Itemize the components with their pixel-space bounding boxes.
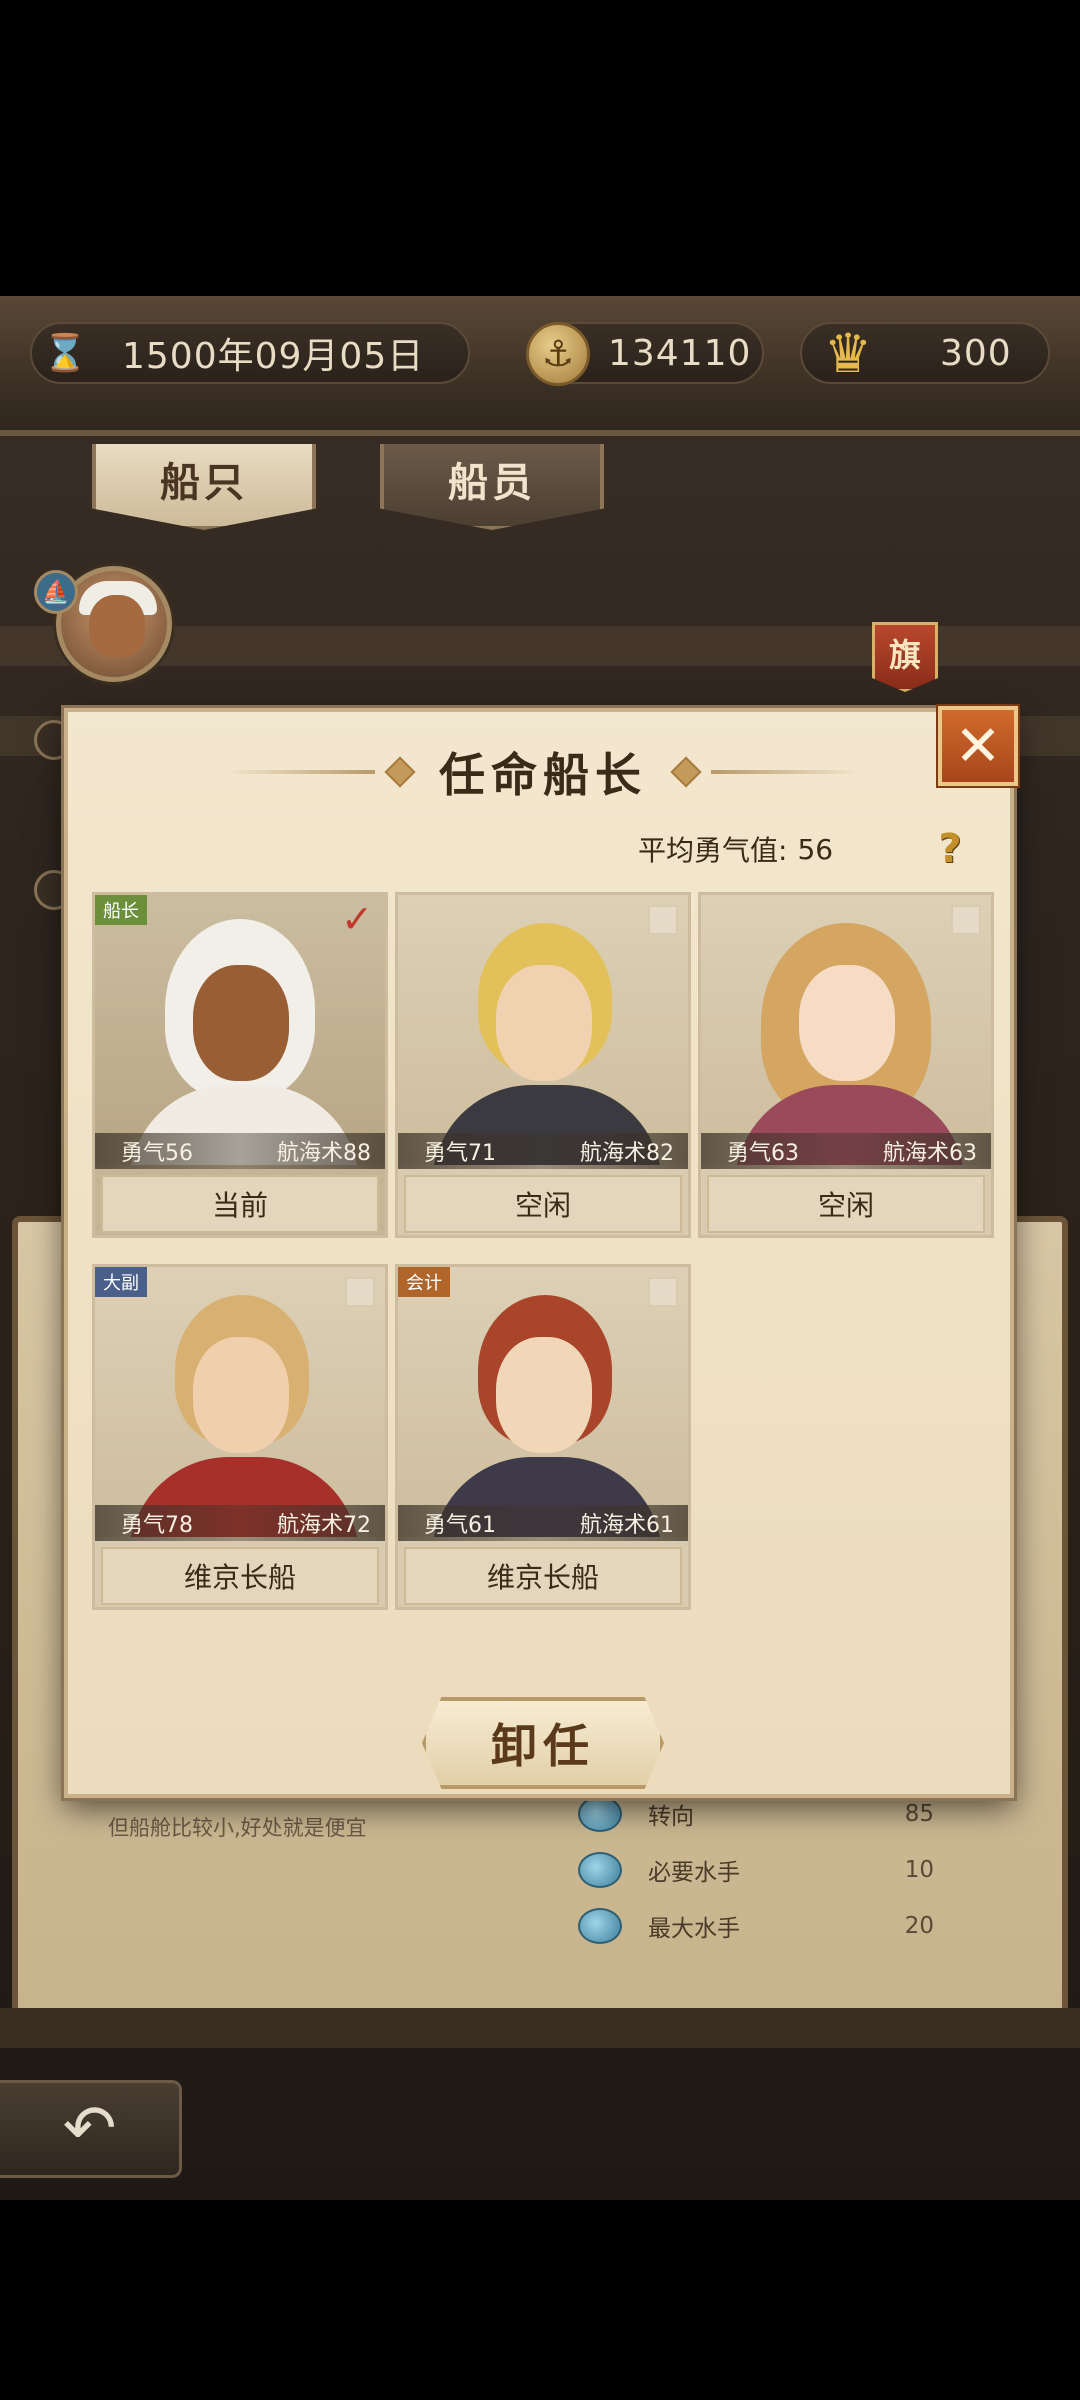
tab-crew[interactable]: 船员 bbox=[380, 444, 604, 530]
gold-display[interactable]: ⚓ 134110 bbox=[526, 322, 764, 386]
close-button[interactable]: ✕ bbox=[938, 706, 1018, 786]
navigation-stat: 航海术61 bbox=[580, 1513, 674, 1538]
date-text: 1500年09月05日 bbox=[122, 336, 425, 377]
courage-stat: 勇气61 bbox=[424, 1513, 496, 1538]
crew-portrait bbox=[398, 895, 688, 1165]
stat-row-turning: 转向 85 bbox=[578, 1792, 958, 1836]
top-resource-bar: ⌛ 1500年09月05日 ⚓ 134110 ♛ 300 bbox=[0, 296, 1080, 436]
dismiss-button[interactable]: 卸任 bbox=[422, 1697, 664, 1789]
crew-portrait bbox=[701, 895, 991, 1165]
tab-ships[interactable]: 船只 bbox=[92, 444, 316, 530]
crew-stats: 勇气56 航海术88 bbox=[95, 1133, 385, 1169]
diamond-ornament-icon bbox=[384, 756, 416, 788]
crew-status: 空闲 bbox=[707, 1175, 985, 1233]
courage-stat: 勇气71 bbox=[424, 1141, 496, 1166]
checkmark-icon: ✓ bbox=[341, 897, 373, 941]
crown-amount: 300 bbox=[940, 332, 1012, 374]
courage-stat: 勇气78 bbox=[121, 1513, 193, 1538]
stat-row-max-sailors: 最大水手 20 bbox=[578, 1904, 958, 1948]
dialog-header: 任命船长 bbox=[68, 732, 1018, 812]
crew-stats: 勇气61 航海术61 bbox=[398, 1505, 688, 1541]
stat-value: 85 bbox=[904, 1801, 934, 1827]
back-button[interactable]: ↶ bbox=[0, 2080, 182, 2178]
ship-icon: ⛵ bbox=[34, 570, 78, 614]
game-screen: ⌛ 1500年09月05日 ⚓ 134110 ♛ 300 船只 船员 ⛵ 旗 北… bbox=[0, 296, 1080, 2200]
crown-display[interactable]: ♛ 300 bbox=[800, 322, 1050, 385]
crew-portrait bbox=[398, 1267, 688, 1537]
average-courage-value: 56 bbox=[797, 832, 834, 866]
flag-button[interactable]: 旗 bbox=[872, 622, 938, 692]
average-courage-label: 平均勇气值: bbox=[638, 834, 788, 867]
role-badge: 船长 bbox=[95, 895, 147, 925]
role-badge: 大副 bbox=[95, 1267, 147, 1297]
title-divider bbox=[711, 770, 861, 774]
navigation-bar-area bbox=[0, 2200, 1080, 2400]
crew-stats: 勇气78 航海术72 bbox=[95, 1505, 385, 1541]
crew-stats: 勇气71 航海术82 bbox=[398, 1133, 688, 1169]
title-divider bbox=[225, 770, 375, 774]
crew-stats: 勇气63 航海术63 bbox=[701, 1133, 991, 1169]
crew-card[interactable]: 勇气71 航海术82 空闲 bbox=[395, 892, 691, 1238]
hourglass-icon: ⌛ bbox=[42, 333, 88, 374]
crew-status: 维京长船 bbox=[101, 1547, 379, 1605]
courage-stat: 勇气63 bbox=[727, 1141, 799, 1166]
stat-label: 最大水手 bbox=[648, 1916, 740, 1942]
crew-card[interactable]: 会计 勇气61 航海术61 维京长船 bbox=[395, 1264, 691, 1610]
crew-status: 维京长船 bbox=[404, 1547, 682, 1605]
average-courage: 平均勇气值: 56 bbox=[638, 824, 833, 874]
gold-coin-icon: ⚓ bbox=[526, 322, 590, 386]
crew-card[interactable]: 船长 ✓ 勇气56 航海术88 当前 bbox=[92, 892, 388, 1238]
crew-portrait bbox=[95, 1267, 385, 1537]
navigation-stat: 航海术88 bbox=[277, 1141, 371, 1166]
description-line: 但船舱比较小,好处就是便宜 bbox=[108, 1816, 367, 1840]
crown-icon: ♛ bbox=[823, 321, 873, 385]
select-checkbox[interactable] bbox=[951, 905, 981, 935]
navigation-stat: 航海术82 bbox=[580, 1141, 674, 1166]
back-arrow-icon: ↶ bbox=[62, 2092, 117, 2166]
appoint-captain-dialog: 任命船长 ✕ 平均勇气值: 56 ? 船长 ✓ 勇气56 航海术88 当前 勇气… bbox=[64, 706, 1018, 1798]
select-checkbox[interactable] bbox=[648, 1277, 678, 1307]
stat-label: 必要水手 bbox=[648, 1860, 740, 1886]
sailor-icon bbox=[578, 1852, 622, 1888]
crew-status: 空闲 bbox=[404, 1175, 682, 1233]
stat-row-min-sailors: 必要水手 10 bbox=[578, 1848, 958, 1892]
diamond-ornament-icon bbox=[670, 756, 702, 788]
close-icon: ✕ bbox=[954, 713, 1002, 779]
help-icon[interactable]: ? bbox=[928, 824, 972, 874]
courage-stat: 勇气56 bbox=[121, 1141, 193, 1166]
stat-value: 10 bbox=[904, 1857, 934, 1883]
stat-label: 转向 bbox=[648, 1804, 694, 1830]
dialog-title: 任命船长 bbox=[439, 748, 647, 802]
crew-card[interactable]: 勇气63 航海术63 空闲 bbox=[698, 892, 994, 1238]
status-bar-area bbox=[0, 0, 1080, 296]
select-checkbox[interactable] bbox=[345, 1277, 375, 1307]
select-checkbox[interactable] bbox=[648, 905, 678, 935]
book-base bbox=[0, 2008, 1080, 2048]
crew-status: 当前 bbox=[101, 1175, 379, 1233]
role-badge: 会计 bbox=[398, 1267, 450, 1297]
date-display: ⌛ 1500年09月05日 bbox=[30, 322, 470, 384]
sailors-group-icon bbox=[578, 1908, 622, 1944]
crew-card[interactable]: 大副 勇气78 航海术72 维京长船 bbox=[92, 1264, 388, 1610]
gold-amount: 134110 bbox=[608, 332, 752, 374]
stat-value: 20 bbox=[904, 1913, 934, 1939]
navigation-stat: 航海术63 bbox=[883, 1141, 977, 1166]
turning-icon bbox=[578, 1796, 622, 1832]
navigation-stat: 航海术72 bbox=[277, 1513, 371, 1538]
